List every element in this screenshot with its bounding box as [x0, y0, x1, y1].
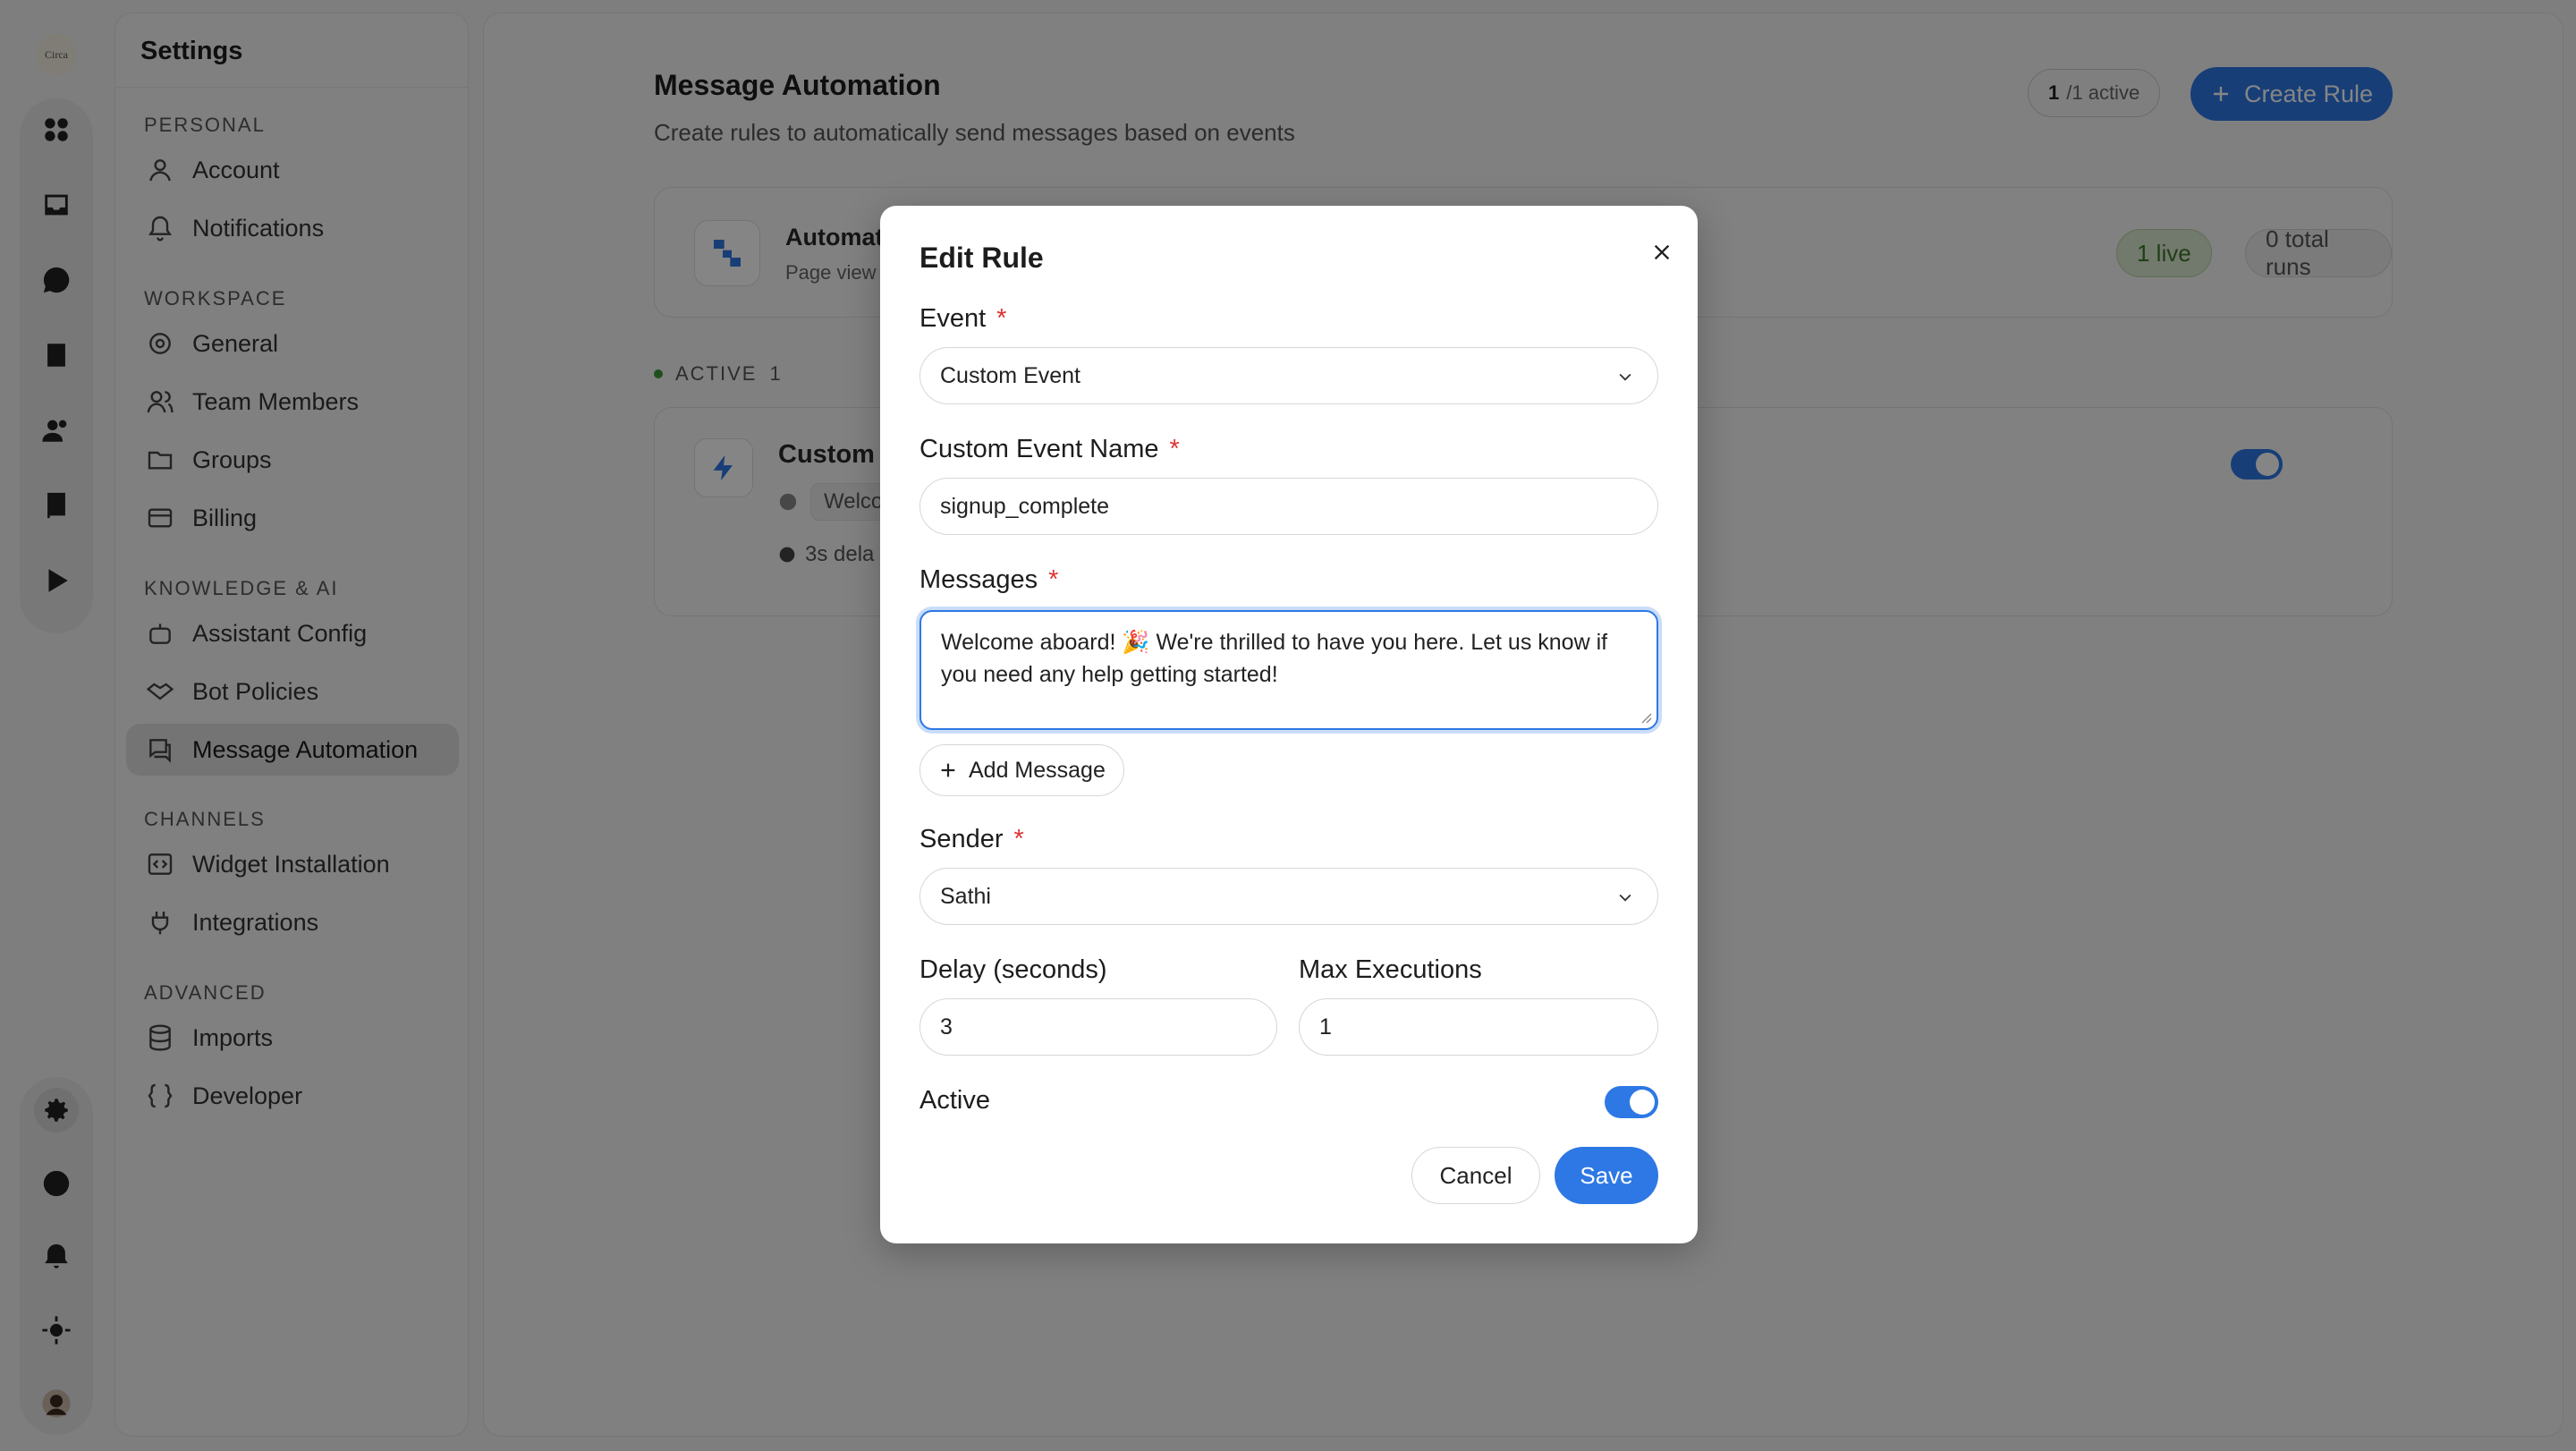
close-button[interactable]	[1642, 233, 1682, 272]
custom-event-label-text: Custom Event Name	[919, 435, 1159, 463]
event-select-value: Custom Event	[940, 362, 1081, 388]
custom-event-name-input[interactable]: signup_complete	[919, 478, 1658, 535]
event-select[interactable]: Custom Event	[919, 347, 1658, 404]
delay-value: 3	[940, 1014, 953, 1039]
save-button[interactable]: Save	[1555, 1147, 1658, 1204]
event-label-text: Event	[919, 304, 987, 333]
sender-label-text: Sender	[919, 825, 1004, 853]
delay-input[interactable]: 3	[919, 998, 1277, 1056]
message-textarea[interactable]: Welcome aboard! 🎉 We're thrilled to have…	[919, 610, 1658, 730]
required-mark: *	[996, 304, 1007, 333]
cancel-button[interactable]: Cancel	[1411, 1147, 1540, 1204]
required-mark: *	[1169, 435, 1180, 463]
add-message-button[interactable]: Add Message	[919, 744, 1124, 796]
active-label: Active	[919, 1086, 990, 1115]
max-executions-input[interactable]: 1	[1299, 998, 1658, 1056]
messages-label-text: Messages	[919, 565, 1038, 594]
event-label: Event *	[919, 304, 1006, 334]
required-mark: *	[1048, 565, 1059, 594]
add-message-label: Add Message	[969, 757, 1106, 783]
custom-event-label: Custom Event Name *	[919, 435, 1180, 464]
chevron-down-icon	[1619, 373, 1631, 381]
custom-event-name-value: signup_complete	[940, 493, 1110, 519]
sender-select-value: Sathi	[940, 883, 991, 909]
modal-title: Edit Rule	[919, 242, 1044, 274]
max-executions-label: Max Executions	[1299, 955, 1482, 984]
sender-label: Sender *	[919, 825, 1024, 854]
max-executions-value: 1	[1319, 1014, 1332, 1039]
edit-rule-modal: Edit Rule Event * Custom Event Custom Eve…	[880, 206, 1698, 1243]
messages-label: Messages *	[919, 565, 1058, 595]
active-toggle[interactable]	[1605, 1086, 1658, 1118]
plus-icon	[941, 763, 955, 777]
resize-handle-icon[interactable]	[1639, 710, 1653, 725]
message-text: Welcome aboard! 🎉 We're thrilled to have…	[941, 630, 1608, 687]
close-icon	[1654, 244, 1670, 260]
delay-label: Delay (seconds)	[919, 955, 1107, 984]
chevron-down-icon	[1619, 894, 1631, 902]
sender-select[interactable]: Sathi	[919, 868, 1658, 925]
required-mark: *	[1013, 825, 1024, 853]
